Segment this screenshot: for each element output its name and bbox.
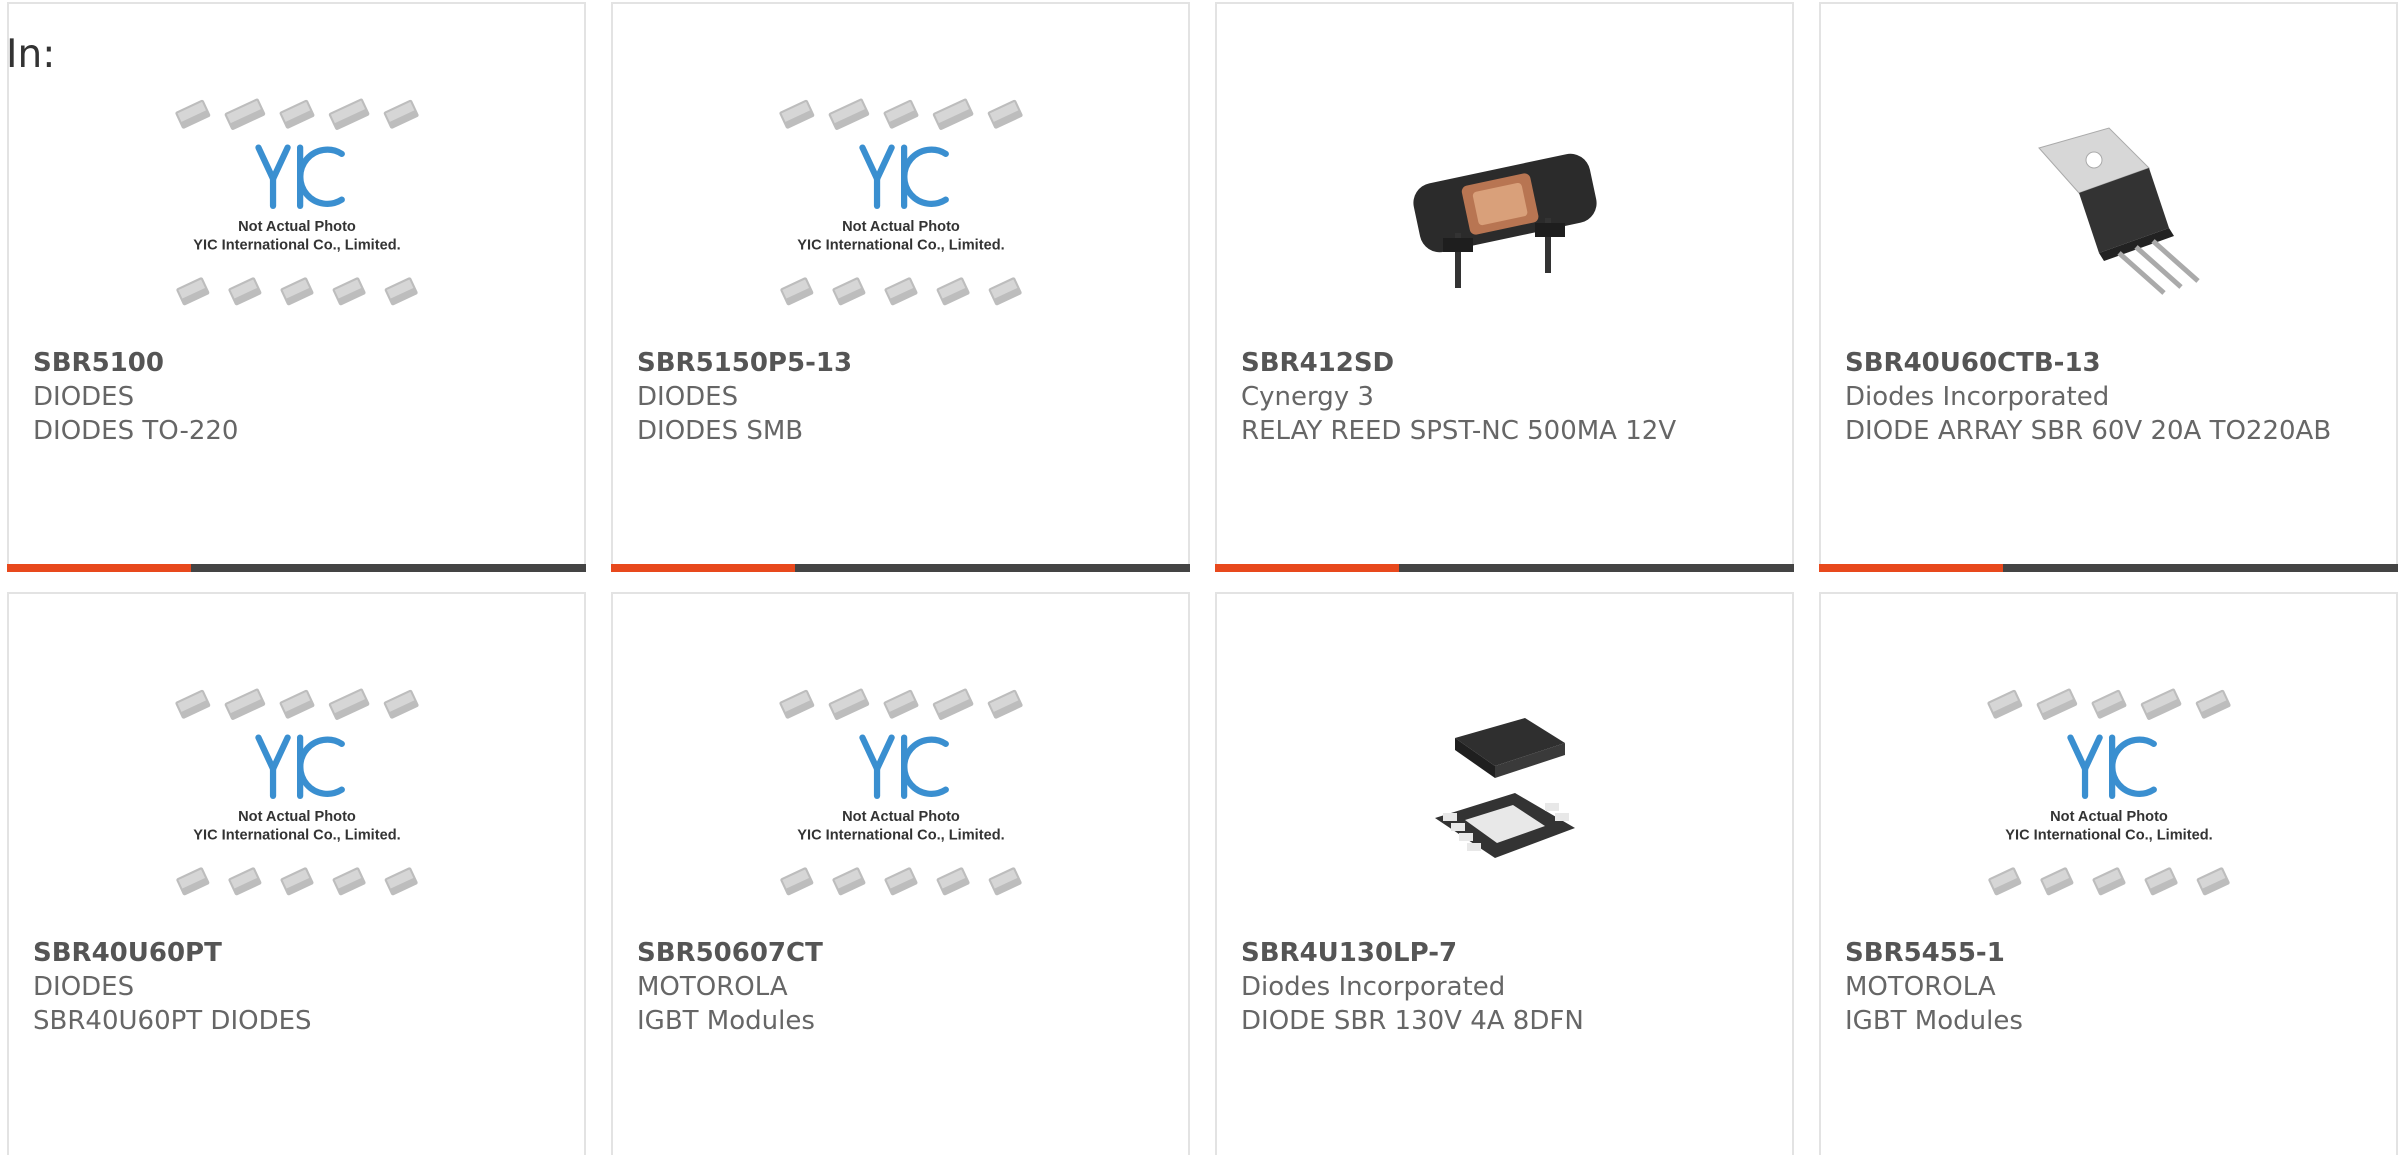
product-manufacturer: Diodes Incorporated [1845,382,2110,412]
product-description: RELAY REED SPST-NC 500MA 12V [1241,416,1677,446]
card-bottom-bar [611,564,1190,572]
product-image-placeholder[interactable]: Not Actual Photo YIC International Co., … [1821,668,2396,928]
product-info: SBR40U60CTB-13 Diodes Incorporated DIODE… [1845,346,2376,448]
product-grid-page: Not Actual Photo YIC International Co., … [0,0,2400,1155]
product-image-placeholder[interactable]: Not Actual Photo YIC International Co., … [613,78,1188,338]
product-card[interactable]: Not Actual Photo YIC International Co., … [611,592,1190,1155]
svg-text:YIC International Co., Limited: YIC International Co., Limited. [797,238,1004,254]
product-description: DIODES TO-220 [33,416,239,446]
filter-heading: In: [6,32,56,77]
product-info: SBR40U60PT DIODES SBR40U60PT DIODES [33,936,564,1038]
card-accent-bar [7,564,191,572]
card-accent-bar [1215,564,1399,572]
product-manufacturer: DIODES [637,382,739,412]
product-info: SBR50607CT MOTOROLA IGBT Modules [637,936,1168,1038]
to220-image [2037,127,2200,295]
product-part-number[interactable]: SBR4U130LP-7 [1241,936,1772,970]
product-image-placeholder[interactable]: Not Actual Photo YIC International Co., … [613,668,1188,928]
svg-text:YIC International Co., Limited: YIC International Co., Limited. [2005,828,2212,844]
yic-placeholder-image: Not Actual Photo YIC International Co., … [174,98,419,306]
yic-logo-icon [858,144,949,210]
product-info: SBR5455-1 MOTOROLA IGBT Modules [1845,936,2376,1038]
card-accent-bar [1819,564,2003,572]
svg-text:YIC International Co., Limited: YIC International Co., Limited. [797,828,1004,844]
product-info: SBR4U130LP-7 Diodes Incorporated DIODE S… [1241,936,1772,1038]
yic-logo-icon [858,734,949,800]
yic-placeholder-image: Not Actual Photo YIC International Co., … [778,688,1023,896]
product-description: DIODE SBR 130V 4A 8DFN [1241,1006,1584,1036]
product-image-to220[interactable] [1821,78,2396,338]
yic-logo-icon [254,734,345,800]
product-image-dfn[interactable] [1217,668,1792,928]
svg-text:Not Actual Photo: Not Actual Photo [842,219,960,235]
product-description: IGBT Modules [637,1006,815,1036]
yic-logo-icon [254,144,345,210]
dfn-package-image [1434,718,1575,858]
yic-logo-icon [2066,734,2157,800]
product-card[interactable]: Not Actual Photo YIC International Co., … [1819,592,2398,1155]
svg-text:Not Actual Photo: Not Actual Photo [238,219,356,235]
yic-placeholder-image: Not Actual Photo YIC International Co., … [778,98,1023,306]
card-accent-bar [611,564,795,572]
yic-placeholder-image: Not Actual Photo YIC International Co., … [1986,688,2231,896]
product-image-placeholder[interactable]: Not Actual Photo YIC International Co., … [9,668,584,928]
card-bottom-bar [1215,564,1794,572]
product-card[interactable]: Not Actual Photo YIC International Co., … [7,2,586,572]
product-part-number[interactable]: SBR5150P5-13 [637,346,1168,380]
product-manufacturer: DIODES [33,382,135,412]
product-description: DIODE ARRAY SBR 60V 20A TO220AB [1845,416,2332,446]
product-card[interactable]: Not Actual Photo YIC International Co., … [7,592,586,1155]
product-part-number[interactable]: SBR50607CT [637,936,1168,970]
product-image-placeholder[interactable]: Not Actual Photo YIC International Co., … [9,78,584,338]
product-description: IGBT Modules [1845,1006,2023,1036]
card-bottom-bar [1819,564,2398,572]
svg-text:YIC International Co., Limited: YIC International Co., Limited. [193,238,400,254]
product-grid: Not Actual Photo YIC International Co., … [7,2,2400,1155]
product-manufacturer: MOTOROLA [1845,972,1996,1002]
card-bottom-bar [7,564,586,572]
product-part-number[interactable]: SBR412SD [1241,346,1772,380]
product-info: SBR5150P5-13 DIODES DIODES SMB [637,346,1168,448]
product-description: SBR40U60PT DIODES [33,1006,312,1036]
product-manufacturer: DIODES [33,972,135,1002]
product-info: SBR5100 DIODES DIODES TO-220 [33,346,564,448]
svg-text:YIC International Co., Limited: YIC International Co., Limited. [193,828,400,844]
product-card[interactable]: SBR4U130LP-7 Diodes Incorporated DIODE S… [1215,592,1794,1155]
svg-text:Not Actual Photo: Not Actual Photo [842,809,960,825]
product-part-number[interactable]: SBR40U60CTB-13 [1845,346,2376,380]
product-description: DIODES SMB [637,416,804,446]
product-info: SBR412SD Cynergy 3 RELAY REED SPST-NC 50… [1241,346,1772,448]
product-card[interactable]: SBR40U60CTB-13 Diodes Incorporated DIODE… [1819,2,2398,572]
yic-placeholder-image: Not Actual Photo YIC International Co., … [174,688,419,896]
product-manufacturer: Diodes Incorporated [1241,972,1506,1002]
product-card[interactable]: SBR412SD Cynergy 3 RELAY REED SPST-NC 50… [1215,2,1794,572]
relay-image [1412,153,1597,288]
product-part-number[interactable]: SBR40U60PT [33,936,564,970]
product-manufacturer: Cynergy 3 [1241,382,1374,412]
product-image-relay[interactable] [1217,78,1792,338]
product-manufacturer: MOTOROLA [637,972,788,1002]
svg-text:Not Actual Photo: Not Actual Photo [238,809,356,825]
product-card[interactable]: Not Actual Photo YIC International Co., … [611,2,1190,572]
svg-text:Not Actual Photo: Not Actual Photo [2050,809,2168,825]
product-part-number[interactable]: SBR5455-1 [1845,936,2376,970]
product-part-number[interactable]: SBR5100 [33,346,564,380]
